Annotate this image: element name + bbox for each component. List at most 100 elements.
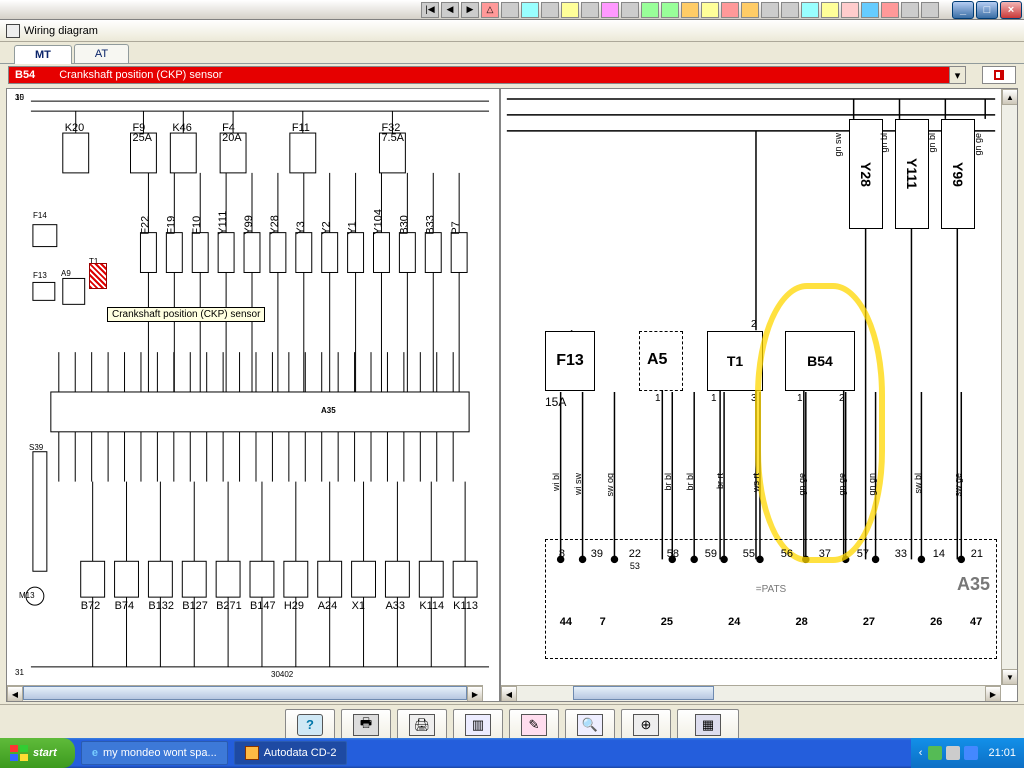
wiring-detail: Y28 Y111 Y99 gn sw gn bl gn bl gn ge F13…: [505, 93, 997, 681]
magnify-icon: 🔍: [577, 714, 603, 736]
tool-icon[interactable]: [641, 2, 659, 18]
scroll-down-icon[interactable]: ▼: [1002, 669, 1018, 685]
tool-icon[interactable]: [841, 2, 859, 18]
svg-text:Y104: Y104: [372, 209, 384, 235]
tool-icon[interactable]: [561, 2, 579, 18]
tool-icon[interactable]: [721, 2, 739, 18]
tray-icon[interactable]: [928, 746, 942, 760]
minimize-button[interactable]: _: [952, 1, 974, 19]
tool-next-icon[interactable]: ▶: [461, 2, 479, 18]
system-tray[interactable]: ‹ 21:01: [911, 738, 1024, 768]
tool-icon[interactable]: [781, 2, 799, 18]
scroll-track[interactable]: [23, 686, 467, 701]
tool-icon[interactable]: [581, 2, 599, 18]
tool-icon[interactable]: [861, 2, 879, 18]
svg-text:K113: K113: [453, 600, 478, 612]
taskbar-item-ie[interactable]: e my mondeo wont spa...: [81, 741, 228, 765]
tool-icon[interactable]: [681, 2, 699, 18]
svg-text:B271: B271: [216, 600, 242, 612]
tool-icon[interactable]: [921, 2, 939, 18]
ecu-pin: 8: [559, 548, 565, 572]
comp-f14: F14: [33, 211, 47, 220]
highlighted-component-b54[interactable]: [89, 263, 107, 289]
svg-text:A33: A33: [385, 600, 404, 612]
wire-color: br bl: [663, 473, 673, 491]
comp-s39: S39: [29, 443, 43, 452]
tool-icon[interactable]: [801, 2, 819, 18]
scroll-up-icon[interactable]: ▲: [1002, 89, 1018, 105]
svg-text:K20: K20: [65, 122, 84, 134]
component-list-button[interactable]: [982, 66, 1016, 84]
close-button[interactable]: ×: [1000, 1, 1022, 19]
svg-text:F10: F10: [191, 216, 203, 235]
printer2-icon: 🖨: [409, 714, 435, 736]
h-scrollbar-right[interactable]: ◀ ▶: [501, 685, 1001, 701]
svg-text:X1: X1: [352, 600, 365, 612]
title-bar: Wiring diagram: [0, 20, 1024, 42]
tool-icon[interactable]: [881, 2, 899, 18]
component-selector[interactable]: B54 Crankshaft position (CKP) sensor ▾: [8, 66, 966, 84]
scroll-thumb[interactable]: [573, 686, 713, 700]
window-controls: _ □ ×: [950, 1, 1022, 19]
tool-icon[interactable]: [821, 2, 839, 18]
tray-icon[interactable]: [964, 746, 978, 760]
diagram-detail-pane[interactable]: Y28 Y111 Y99 gn sw gn bl gn bl gn ge F13…: [500, 88, 1018, 702]
actuator-y111: Y111: [895, 119, 929, 229]
ecu-pin: 25: [661, 616, 673, 628]
wire-color: wi sw: [573, 473, 583, 495]
grid-icon: ▦: [695, 714, 721, 736]
v-scrollbar-right[interactable]: ▲ ▼: [1001, 89, 1017, 685]
scroll-thumb[interactable]: [23, 686, 467, 700]
tool-icon[interactable]: [501, 2, 519, 18]
tool-first-icon[interactable]: |◀: [421, 2, 439, 18]
component-name: Crankshaft position (CKP) sensor: [59, 69, 222, 81]
tab-at[interactable]: AT: [74, 44, 129, 63]
os-tool-icons: |◀ ◀ ▶ △: [420, 2, 940, 18]
tool-icon[interactable]: [761, 2, 779, 18]
svg-text:B132: B132: [148, 600, 174, 612]
tool-icon[interactable]: [661, 2, 679, 18]
scroll-right-icon[interactable]: ▶: [985, 686, 1001, 702]
tool-icon[interactable]: [601, 2, 619, 18]
ecu-pin: 33: [895, 548, 907, 572]
tool-prev-icon[interactable]: ◀: [441, 2, 459, 18]
svg-text:Y99: Y99: [243, 215, 255, 234]
dropdown-arrow-icon[interactable]: ▾: [949, 67, 965, 83]
actuator-y28: Y28: [849, 119, 883, 229]
tool-warn-icon[interactable]: △: [481, 2, 499, 18]
tool-icon[interactable]: [701, 2, 719, 18]
wire-color: br rt: [715, 473, 725, 489]
svg-text:B72: B72: [81, 600, 100, 612]
tool-icon[interactable]: [741, 2, 759, 18]
maximize-button[interactable]: □: [976, 1, 998, 19]
tray-icon[interactable]: [946, 746, 960, 760]
tool-icon[interactable]: [521, 2, 539, 18]
actuator-y99: Y99: [941, 119, 975, 229]
wire-color: sw og: [605, 473, 615, 497]
tool-icon[interactable]: [621, 2, 639, 18]
scroll-left-icon[interactable]: ◀: [501, 686, 517, 702]
wire-color: wi bl: [551, 473, 561, 491]
wire-color: br bl: [685, 473, 695, 491]
svg-text:Y28: Y28: [269, 215, 281, 234]
svg-text:P7: P7: [450, 221, 462, 234]
tab-mt[interactable]: MT: [14, 45, 72, 64]
wiring-overview: K20F925AK46F420AF11F327.5AF22F19F10Y111Y…: [11, 93, 495, 681]
tool-icon[interactable]: [541, 2, 559, 18]
ecu-pin: 14: [933, 548, 945, 572]
scroll-left-icon[interactable]: ◀: [7, 686, 23, 702]
h-scrollbar-left[interactable]: ◀ ▶: [7, 685, 483, 701]
diagram-overview-pane[interactable]: K20F925AK46F420AF11F327.5AF22F19F10Y111Y…: [6, 88, 500, 702]
pin: 2: [751, 319, 757, 330]
ecu-pin: 39: [591, 548, 603, 572]
taskbar-item-autodata[interactable]: Autodata CD-2: [234, 741, 348, 765]
start-button[interactable]: start: [0, 738, 75, 768]
scroll-right-icon[interactable]: ▶: [467, 686, 483, 702]
wire-color: sw ge: [953, 473, 963, 497]
ecu-pins-bottom: 447252428272647: [546, 616, 996, 628]
tool-icon[interactable]: [901, 2, 919, 18]
tray-expand-icon[interactable]: ‹: [919, 747, 923, 759]
ecu-id: A35: [321, 406, 336, 415]
pin: 1: [711, 393, 717, 404]
windows-logo-icon: [10, 745, 28, 761]
